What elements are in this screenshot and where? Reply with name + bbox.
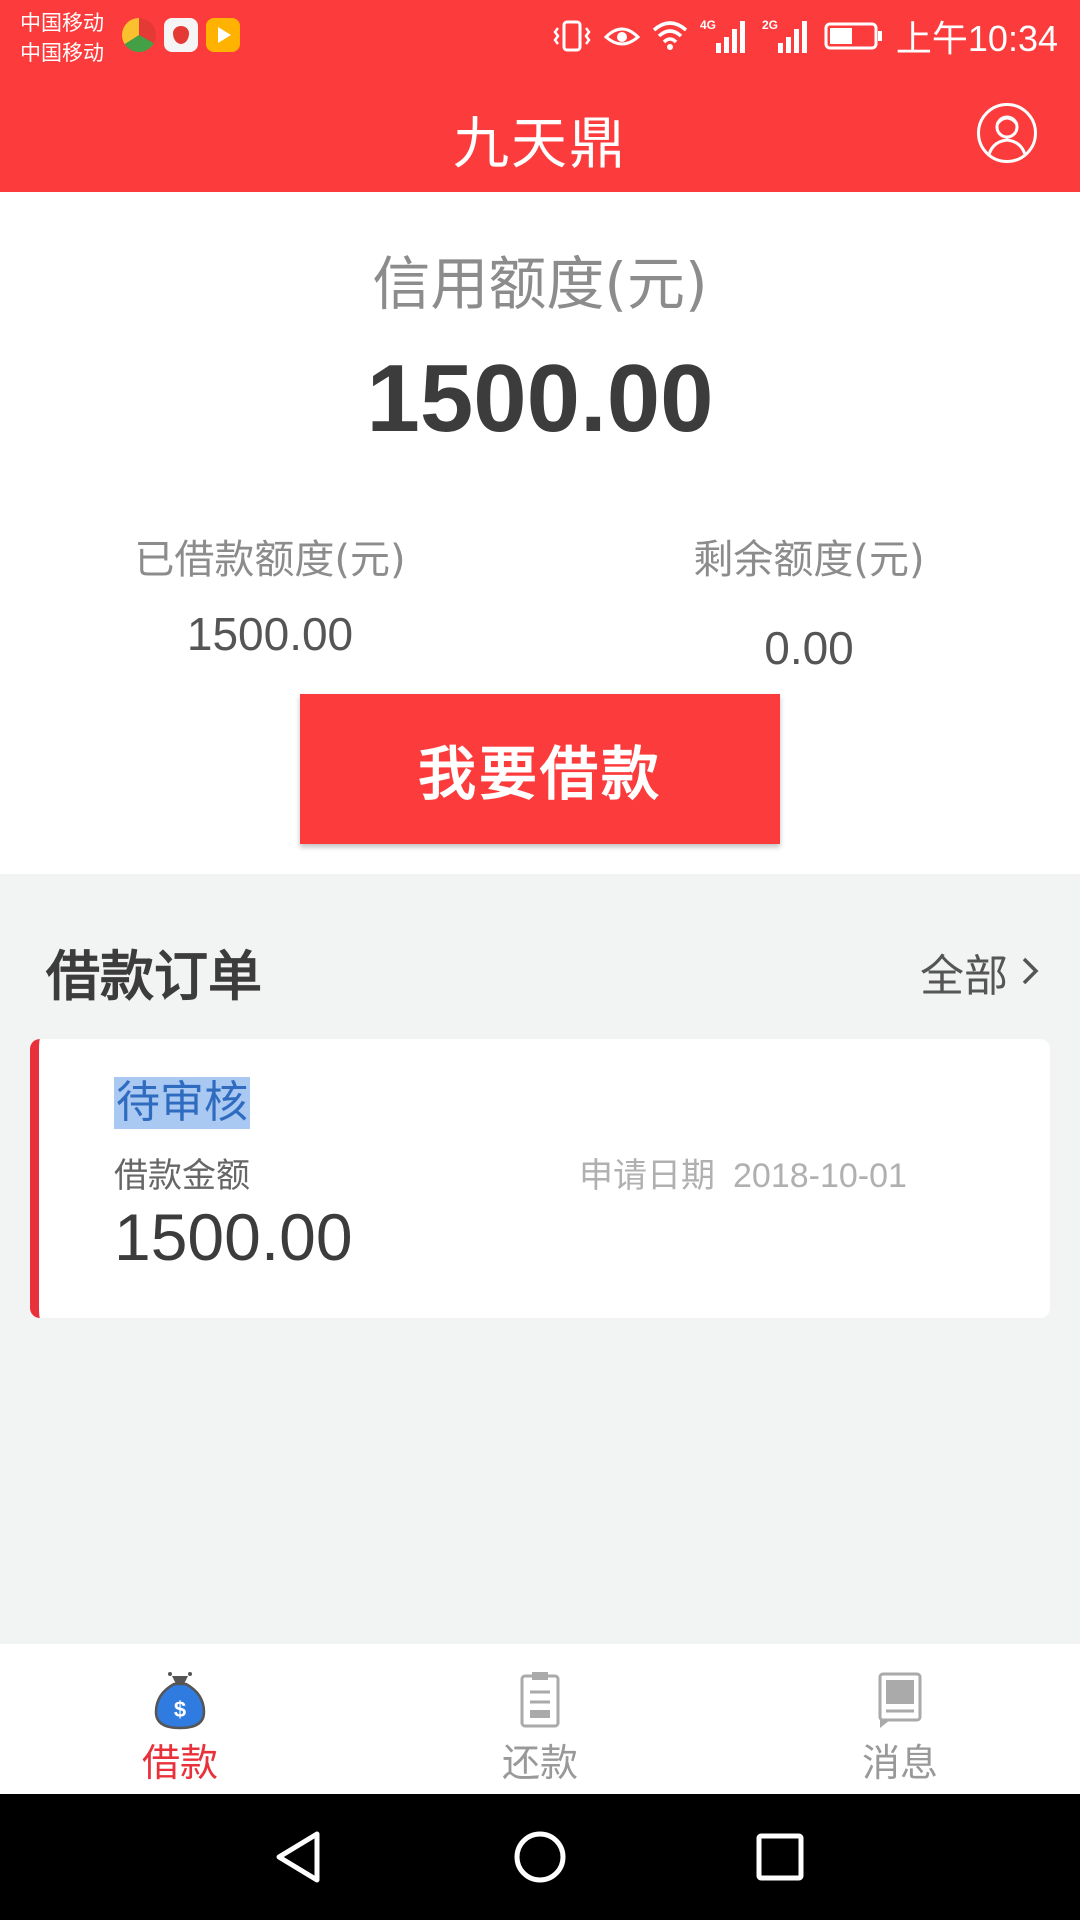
carrier-info: 中国移动 中国移动 xyxy=(20,8,104,68)
tab-repay[interactable]: 还款 xyxy=(440,1644,640,1794)
message-icon xyxy=(872,1670,928,1730)
recent-apps-icon[interactable] xyxy=(747,1824,813,1890)
eye-comfort-icon xyxy=(603,21,640,51)
order-date-value: 2018-10-01 xyxy=(733,1157,907,1195)
chevron-right-icon xyxy=(1020,947,1040,998)
signal-2g-icon: 2G xyxy=(762,17,812,55)
view-all-label: 全部 xyxy=(920,951,1008,1002)
order-card[interactable]: 待审核 借款金额 申请日期 2018-10-01 1500.00 xyxy=(30,1039,1050,1318)
order-amount-value: 1500.00 xyxy=(114,1200,353,1274)
carrier-1: 中国移动 xyxy=(20,11,104,35)
svg-text:2G: 2G xyxy=(762,18,778,32)
signal-4g-icon: 4G xyxy=(700,17,750,55)
credit-panel: 信用额度(元) 1500.00 已借款额度(元) 1500.00 剩余额度(元)… xyxy=(0,192,1080,874)
tab-repay-label: 还款 xyxy=(501,1741,578,1785)
back-icon[interactable] xyxy=(267,1824,333,1890)
vibrate-icon xyxy=(552,18,592,54)
system-nav-bar xyxy=(0,1794,1080,1920)
chrome-app-icon xyxy=(122,18,156,52)
borrowed-amount: 已借款额度(元) 1500.00 xyxy=(70,527,470,661)
notification-icons xyxy=(122,18,240,52)
money-bag-icon: $ xyxy=(152,1670,208,1730)
tab-bar: $ 借款 还款 消息 xyxy=(0,1644,1080,1794)
carrier-2: 中国移动 xyxy=(20,41,104,65)
tab-borrow[interactable]: $ 借款 xyxy=(80,1644,280,1794)
svg-text:4G: 4G xyxy=(700,18,716,32)
app-header: 九天鼎 xyxy=(0,73,1080,192)
clipboard-icon xyxy=(512,1670,568,1730)
video-app-icon xyxy=(206,18,240,52)
battery-icon xyxy=(824,21,884,51)
view-all-orders-link[interactable]: 全部 xyxy=(920,940,1040,1004)
home-icon[interactable] xyxy=(507,1824,573,1890)
remaining-amount: 剩余额度(元) 0.00 xyxy=(609,527,1009,675)
map-app-icon xyxy=(164,18,198,52)
tab-borrow-label: 借款 xyxy=(141,1741,218,1785)
clock: 上午10:34 xyxy=(895,18,1058,59)
wifi-icon xyxy=(652,20,688,52)
screen: 中国移动 中国移动 4G 2G 上午10:34 九天鼎 信用额度(元) 1500… xyxy=(0,0,1080,1920)
status-icons: 4G 2G 上午10:34 xyxy=(552,14,1058,59)
credit-limit-label: 信用额度(元) xyxy=(372,250,708,318)
page-title: 九天鼎 xyxy=(453,112,627,177)
svg-text:$: $ xyxy=(174,1697,186,1722)
borrow-button[interactable]: 我要借款 xyxy=(300,694,780,844)
borrowed-value: 1500.00 xyxy=(186,608,354,660)
remaining-value: 0.00 xyxy=(764,622,854,674)
order-status: 待审核 xyxy=(114,1077,250,1129)
credit-limit-value: 1500.00 xyxy=(366,345,714,452)
order-date-label: 申请日期 xyxy=(579,1156,715,1196)
status-bar: 中国移动 中国移动 4G 2G 上午10:34 xyxy=(0,0,1080,73)
remaining-label: 剩余额度(元) xyxy=(693,537,925,583)
orders-title: 借款订单 xyxy=(46,945,262,1008)
order-date: 申请日期 2018-10-01 xyxy=(579,1148,907,1197)
user-profile-icon[interactable] xyxy=(977,103,1037,163)
borrowed-label: 已借款额度(元) xyxy=(134,537,406,583)
tab-messages-label: 消息 xyxy=(861,1741,938,1785)
tab-messages[interactable]: 消息 xyxy=(800,1644,1000,1794)
order-amount-label: 借款金额 xyxy=(114,1156,250,1196)
